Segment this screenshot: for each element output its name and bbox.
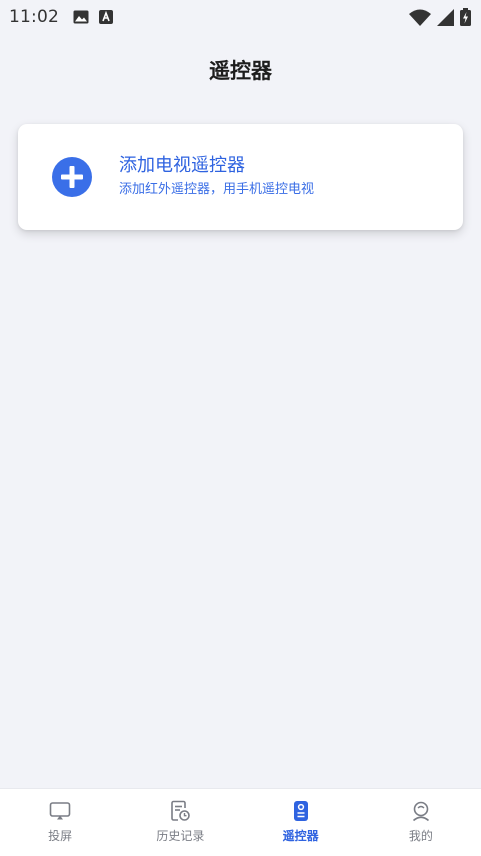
tab-label: 投屏 [48,829,73,843]
tab-remote[interactable]: 遥控器 [241,789,361,856]
tab-label: 我的 [408,829,433,843]
signal-icon [437,8,454,26]
status-right [409,8,471,26]
status-bar: 11:02 [0,0,481,34]
remote-icon [293,801,308,821]
add-remote-title: 添加电视遥控器 [119,155,245,176]
add-remote-card[interactable]: 添加电视遥控器 添加红外遥控器，用手机遥控电视 [18,124,463,230]
tab-profile[interactable]: 我的 [361,789,481,856]
page-title: 遥控器 [209,59,272,83]
plus-circle-icon [52,157,92,197]
bottom-tab-bar: 投屏 历史记录 遥控器 我的 [0,788,481,856]
history-icon [171,800,191,821]
tab-label: 遥控器 [282,829,319,843]
wifi-icon [409,9,431,26]
cast-screen-icon [49,802,71,820]
status-left: 11:02 [9,7,113,27]
tab-history[interactable]: 历史记录 [120,789,240,856]
add-remote-subtitle: 添加红外遥控器，用手机遥控电视 [119,182,315,197]
tab-cast[interactable]: 投屏 [0,789,120,856]
add-remote-text: 添加电视遥控器 添加红外遥控器，用手机遥控电视 [119,154,314,200]
header: 遥控器 [0,52,481,88]
image-icon [73,10,89,24]
status-time: 11:02 [9,7,59,27]
profile-icon [412,801,429,822]
tab-label: 历史记录 [156,829,205,843]
battery-icon [460,8,471,26]
status-notification-icons [73,10,113,24]
a-badge-icon [99,10,113,24]
